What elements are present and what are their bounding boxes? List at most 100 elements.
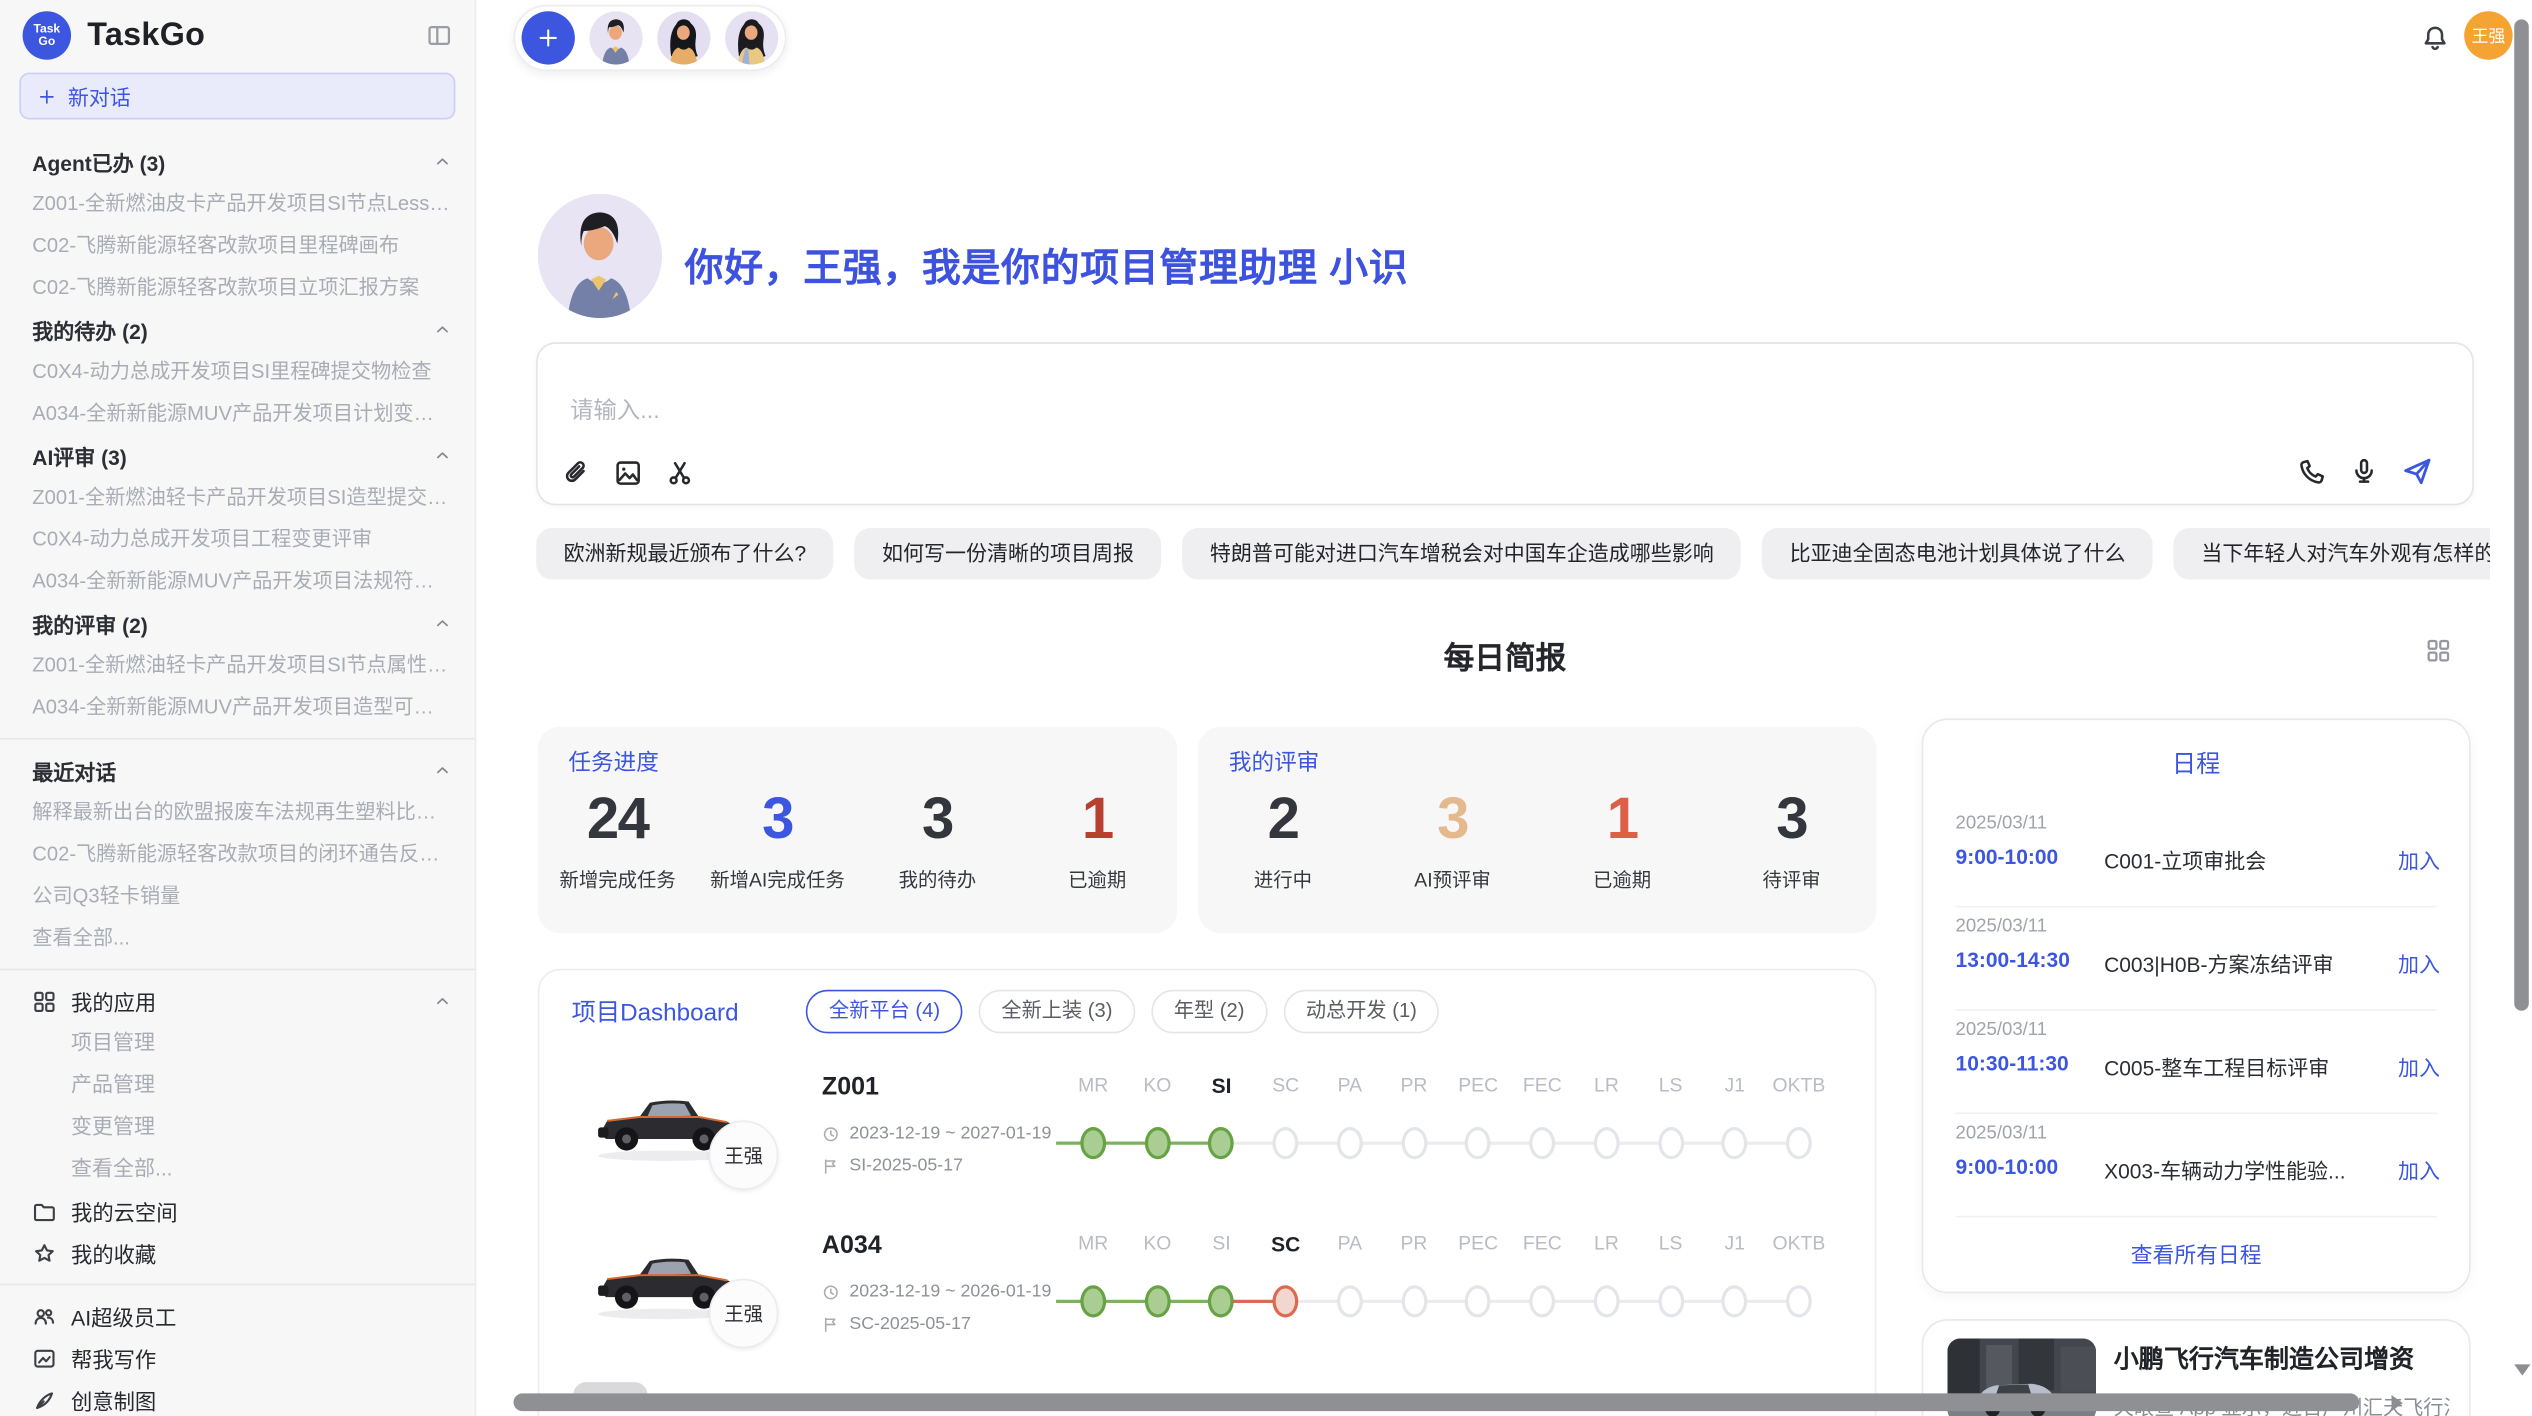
session-avatar[interactable]: [589, 11, 642, 64]
message-input[interactable]: [567, 389, 2343, 444]
project-code[interactable]: A034: [822, 1232, 882, 1261]
section-my-review[interactable]: 我的评审 (2): [0, 602, 475, 644]
add-session-button[interactable]: [522, 11, 575, 64]
project-row[interactable]: 王强 A034 2023-12-19 ~ 2026-01-19 SC-2025-…: [539, 1206, 1874, 1364]
recent-chat-item[interactable]: 公司Q3轻卡销量: [0, 875, 475, 917]
mic-icon[interactable]: [2350, 457, 2379, 486]
suggestion-chip[interactable]: 如何写一份清晰的项目周报: [855, 528, 1162, 580]
tab-powertrain[interactable]: 动总开发 (1): [1283, 990, 1439, 1034]
milestone-node[interactable]: [1529, 1127, 1555, 1159]
stat[interactable]: 3 新增AI完成任务: [698, 788, 858, 893]
milestone-node[interactable]: [1722, 1285, 1748, 1317]
recent-view-all[interactable]: 查看全部...: [0, 917, 475, 959]
join-button[interactable]: 加入: [2398, 1154, 2440, 1185]
app-item-project-mgmt[interactable]: 项目管理: [0, 1022, 475, 1064]
milestone-node[interactable]: [1594, 1127, 1620, 1159]
scissors-icon[interactable]: [665, 459, 694, 488]
milestone-node[interactable]: [1337, 1285, 1363, 1317]
recent-chat-item[interactable]: C02-飞腾新能源轻客改款项目的闭环通告反馈情况: [0, 833, 475, 875]
milestone-node[interactable]: [1401, 1285, 1427, 1317]
stat[interactable]: 3 待评审: [1707, 788, 1877, 893]
session-avatar[interactable]: [657, 11, 710, 64]
stat[interactable]: 3 我的待办: [857, 788, 1017, 893]
milestone-node[interactable]: [1337, 1127, 1363, 1159]
task-item[interactable]: C0X4-动力总成开发项目工程变更评审: [0, 518, 475, 560]
milestone-node[interactable]: [1786, 1127, 1812, 1159]
apps-view-all[interactable]: 查看全部...: [0, 1148, 475, 1190]
join-button[interactable]: 加入: [2398, 1051, 2440, 1082]
milestone-node[interactable]: [1273, 1127, 1299, 1159]
session-avatar[interactable]: [725, 11, 778, 64]
suggestion-chip[interactable]: 欧洲新规最近颁布了什么?: [536, 528, 834, 580]
layout-grid-icon[interactable]: [2425, 638, 2451, 664]
milestone-node[interactable]: [1209, 1127, 1235, 1159]
view-all-schedule-link[interactable]: 查看所有日程: [1923, 1237, 2469, 1269]
panel-collapse-icon[interactable]: [426, 23, 452, 49]
app-item-product-mgmt[interactable]: 产品管理: [0, 1064, 475, 1106]
suggestion-chip[interactable]: 特朗普可能对进口汽车增税会对中国车企造成哪些影响: [1182, 528, 1741, 580]
sidebar-item-favorites[interactable]: 我的收藏: [0, 1232, 475, 1274]
task-item[interactable]: Z001-全新燃油皮卡产品开发项目SI节点Lesson Learn报告: [0, 182, 475, 224]
suggestion-chip[interactable]: 比亚迪全固态电池计划具体说了什么: [1762, 528, 2153, 580]
project-owner-badge[interactable]: 王强: [709, 1279, 778, 1348]
milestone-node[interactable]: [1080, 1127, 1106, 1159]
horizontal-scrollbar[interactable]: [514, 1393, 2360, 1411]
project-code[interactable]: Z001: [822, 1074, 879, 1103]
sidebar-item-help-write[interactable]: 帮我写作: [0, 1337, 475, 1379]
milestone-node[interactable]: [1722, 1127, 1748, 1159]
milestone-node[interactable]: [1658, 1127, 1684, 1159]
section-recent-chats[interactable]: 最近对话: [0, 749, 475, 791]
tab-year-model[interactable]: 年型 (2): [1151, 990, 1267, 1034]
milestone-node[interactable]: [1529, 1285, 1555, 1317]
milestone-node[interactable]: [1080, 1285, 1106, 1317]
user-avatar[interactable]: 王强: [2464, 11, 2512, 59]
task-item[interactable]: A034-全新新能源MUV产品开发项目计划变更表编写: [0, 392, 475, 434]
section-agent-done[interactable]: Agent已办 (3): [0, 140, 475, 182]
vertical-scrollbar[interactable]: [2514, 19, 2529, 1010]
project-row[interactable]: 王强 Z001 2023-12-19 ~ 2027-01-19 SI-2025-…: [539, 1048, 1874, 1206]
tab-new-body[interactable]: 全新上装 (3): [979, 990, 1135, 1034]
milestone-node[interactable]: [1144, 1127, 1170, 1159]
scroll-right-arrow-icon[interactable]: [2392, 1395, 2403, 1411]
stat[interactable]: 1 已逾期: [1537, 788, 1707, 893]
sidebar-item-ai-super-staff[interactable]: AI超级员工: [0, 1295, 475, 1337]
milestone-node[interactable]: [1209, 1285, 1235, 1317]
task-item[interactable]: C02-飞腾新能源轻客改款项目里程碑画布: [0, 224, 475, 266]
milestone-node[interactable]: [1658, 1285, 1684, 1317]
paperclip-icon[interactable]: [562, 459, 591, 488]
section-ai-review[interactable]: AI评审 (3): [0, 434, 475, 476]
phone-icon[interactable]: [2298, 457, 2327, 486]
stat[interactable]: 2 进行中: [1198, 788, 1368, 893]
milestone-node[interactable]: [1401, 1127, 1427, 1159]
milestone-node[interactable]: [1465, 1127, 1491, 1159]
milestone-node[interactable]: [1144, 1285, 1170, 1317]
join-button[interactable]: 加入: [2398, 948, 2440, 979]
bell-icon[interactable]: [2421, 24, 2450, 53]
send-icon[interactable]: [2401, 455, 2433, 487]
app-item-change-mgmt[interactable]: 变更管理: [0, 1106, 475, 1148]
image-icon[interactable]: [614, 459, 643, 488]
task-item[interactable]: Z001-全新燃油轻卡产品开发项目SI节点属性5D文件评审: [0, 644, 475, 686]
milestone-node[interactable]: [1786, 1285, 1812, 1317]
sidebar-item-my-apps[interactable]: 我的应用: [0, 980, 475, 1022]
join-button[interactable]: 加入: [2398, 844, 2440, 875]
task-item[interactable]: C0X4-动力总成开发项目SI里程碑提交物检查: [0, 350, 475, 392]
stat[interactable]: 24 新增完成任务: [538, 788, 698, 893]
section-my-todo[interactable]: 我的待办 (2): [0, 308, 475, 350]
sidebar-item-cloud-space[interactable]: 我的云空间: [0, 1190, 475, 1232]
stat[interactable]: 1 已逾期: [1017, 788, 1177, 893]
tab-new-platform[interactable]: 全新平台 (4): [806, 990, 962, 1034]
task-item[interactable]: A034-全新新能源MUV产品开发项目法规符合性评审: [0, 560, 475, 602]
task-item[interactable]: Z001-全新燃油轻卡产品开发项目SI造型提交物评审: [0, 476, 475, 518]
milestone-node[interactable]: [1273, 1285, 1299, 1317]
task-item[interactable]: C02-飞腾新能源轻客改款项目立项汇报方案: [0, 266, 475, 308]
recent-chat-item[interactable]: 解释最新出台的欧盟报废车法规再生塑料比例被调至15%...: [0, 791, 475, 833]
stat[interactable]: 3 AI预评审: [1368, 788, 1538, 893]
scroll-down-arrow-icon[interactable]: [2514, 1364, 2530, 1375]
milestone-node[interactable]: [1465, 1285, 1491, 1317]
task-item[interactable]: A034-全新新能源MUV产品开发项目造型可行性评审: [0, 686, 475, 728]
milestone-node[interactable]: [1594, 1285, 1620, 1317]
suggestion-chip[interactable]: 当下年轻人对汽车外观有怎样的喜好趋势: [2174, 528, 2490, 580]
sidebar-item-creative-draw[interactable]: 创意制图: [0, 1379, 475, 1416]
project-owner-badge[interactable]: 王强: [709, 1121, 778, 1190]
